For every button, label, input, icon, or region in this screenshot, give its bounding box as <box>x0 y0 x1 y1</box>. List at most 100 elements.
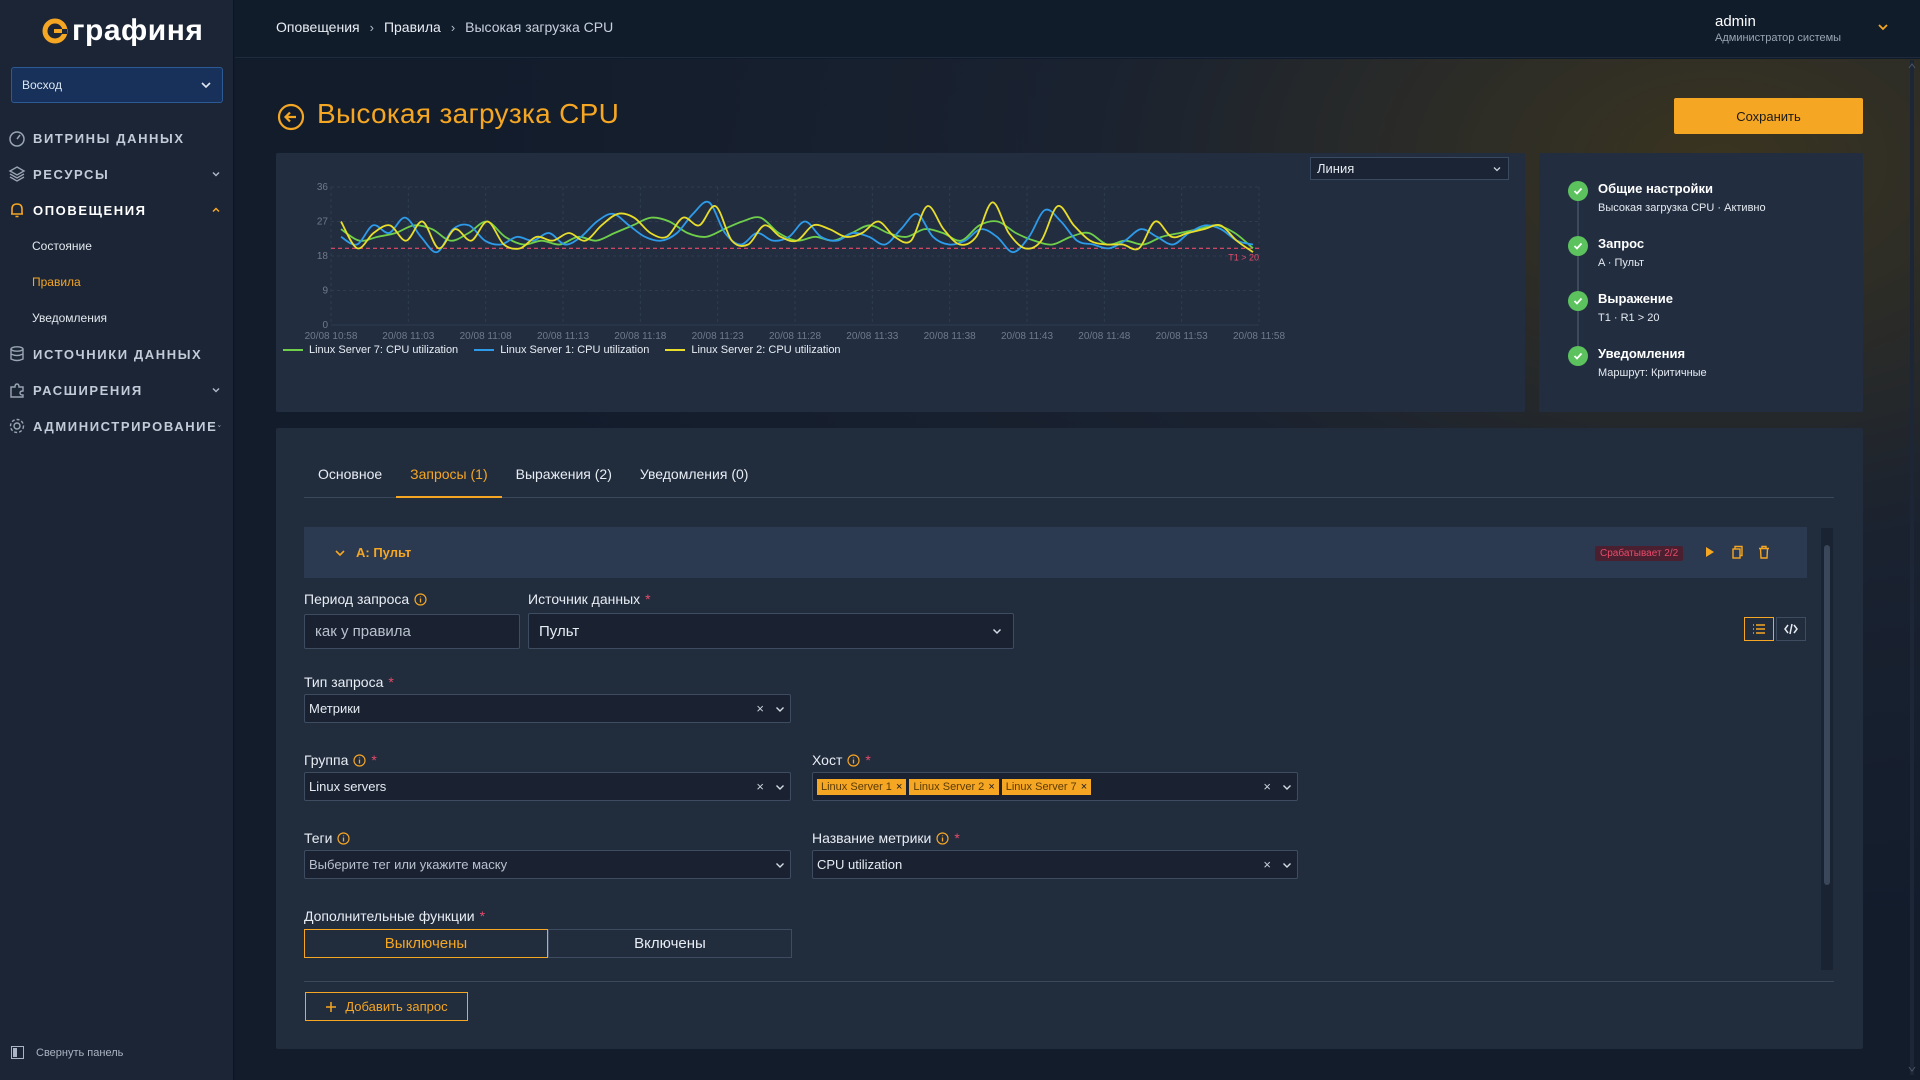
breadcrumb-separator-icon: › <box>450 19 456 35</box>
info-icon[interactable] <box>414 592 427 606</box>
tab-general[interactable]: Основное <box>304 466 396 498</box>
sidebar-item-resources[interactable]: РЕСУРСЫ <box>0 156 234 192</box>
step-query[interactable]: Запрос A · Пульт <box>1568 236 1644 269</box>
chevron-down-icon[interactable] <box>1281 859 1293 871</box>
rule-tabs: Основное Запросы (1) Выражения (2) Уведо… <box>304 466 1834 498</box>
metric-select[interactable]: CPU utilization × <box>812 850 1298 879</box>
sidebar-subitem-state[interactable]: Состояние <box>0 228 234 264</box>
query-type-label: Тип запроса * <box>304 674 394 690</box>
play-icon[interactable] <box>1702 545 1716 559</box>
functions-on-button[interactable]: Включены <box>548 929 792 958</box>
host-chip-label: Linux Server 1 <box>821 780 892 793</box>
host-chip: Linux Server 2 × <box>909 778 999 795</box>
host-chips: Linux Server 1 × Linux Server 2 × Linux Se… <box>817 778 1092 795</box>
chevron-down-icon <box>1878 24 1888 31</box>
period-input[interactable]: как у правила <box>304 614 520 649</box>
legend-item[interactable]: Linux Server 7: CPU utilization <box>283 344 458 356</box>
metric-label-text: Название метрики <box>812 830 932 846</box>
clear-icon[interactable]: × <box>756 701 764 716</box>
sidebar-item-extensions[interactable]: РАСШИРЕНИЯ <box>0 372 234 408</box>
page-scrollbar[interactable] <box>1908 60 1916 1075</box>
code-view-button[interactable] <box>1776 617 1806 641</box>
chevron-down-icon[interactable] <box>774 781 786 793</box>
tags-select[interactable]: Выберите тег или укажите маску <box>304 850 791 879</box>
legend-item[interactable]: Linux Server 2: CPU utilization <box>665 344 841 356</box>
info-icon[interactable] <box>353 753 366 767</box>
metric-value: CPU utilization <box>817 857 903 872</box>
x-tick-label: 20/08 11:23 <box>692 331 745 342</box>
datasource-select[interactable]: Пульт <box>528 613 1014 649</box>
datasource-value: Пульт <box>539 622 580 640</box>
breadcrumb-rules[interactable]: Правила <box>384 19 441 35</box>
copy-icon[interactable] <box>1730 545 1744 559</box>
builder-view-button[interactable] <box>1744 617 1774 641</box>
chart-type-value: Линия <box>1317 161 1355 176</box>
functions-off-button[interactable]: Выключены <box>304 929 548 958</box>
sidebar-subitem-notifications[interactable]: Уведомления <box>0 300 234 336</box>
info-icon[interactable] <box>847 753 860 767</box>
query-view-toggle <box>1744 617 1806 641</box>
functions-label-text: Дополнительные функции <box>304 908 475 924</box>
collapse-panel-button[interactable]: Свернуть панель <box>11 1046 123 1059</box>
tags-label-text: Теги <box>304 830 333 846</box>
remove-chip-icon[interactable]: × <box>988 781 994 793</box>
chevron-down-icon[interactable] <box>333 546 347 560</box>
clear-icon[interactable]: × <box>1263 779 1271 794</box>
scroll-thumb[interactable] <box>1824 545 1830 885</box>
query-header[interactable] <box>304 527 1807 578</box>
org-select[interactable]: Восход <box>11 67 223 103</box>
legend-label: Linux Server 1: CPU utilization <box>500 344 650 356</box>
plus-icon <box>326 1001 337 1012</box>
step-subtitle: Маршрут: Критичные <box>1598 367 1707 379</box>
x-tick-label: 20/08 11:33 <box>846 331 899 342</box>
query-type-value: Метрики <box>309 701 361 716</box>
app-logo[interactable]: графиня <box>42 14 203 48</box>
tab-expressions[interactable]: Выражения (2) <box>502 466 626 498</box>
chevron-down-icon[interactable] <box>774 859 786 871</box>
sidebar-item-alerts[interactable]: ОПОВЕЩЕНИЯ <box>0 192 234 228</box>
divider <box>304 981 1834 982</box>
sidebar-subitem-rules[interactable]: Правила <box>0 264 234 300</box>
step-general[interactable]: Общие настройки Высокая загрузка CPU · Ак… <box>1568 181 1766 214</box>
chevron-down-icon[interactable] <box>1281 781 1293 793</box>
period-label-text: Период запроса <box>304 591 410 607</box>
info-icon[interactable] <box>936 831 949 845</box>
add-query-button[interactable]: Добавить запрос <box>305 992 468 1021</box>
group-label: Группа * <box>304 752 377 768</box>
layers-icon <box>8 166 26 182</box>
chart-type-select[interactable]: Линия <box>1310 157 1509 180</box>
back-arrow-icon[interactable] <box>277 103 305 131</box>
select-controls: × <box>1263 779 1293 794</box>
sidebar-item-dashboards[interactable]: ВИТРИНЫ ДАННЫХ <box>0 120 234 156</box>
host-multiselect[interactable]: Linux Server 1 × Linux Server 2 × Linux Se… <box>812 772 1298 801</box>
sidebar-item-datasources[interactable]: ИСТОЧНИКИ ДАННЫХ <box>0 336 234 372</box>
remove-chip-icon[interactable]: × <box>896 781 902 793</box>
select-controls <box>774 859 786 871</box>
chevron-down-icon[interactable] <box>774 703 786 715</box>
x-tick-label: 20/08 11:58 <box>1233 331 1286 342</box>
tab-queries[interactable]: Запросы (1) <box>396 466 502 498</box>
clear-icon[interactable]: × <box>756 779 764 794</box>
breadcrumb-alerts[interactable]: Оповещения <box>276 19 360 35</box>
metric-label: Название метрики * <box>812 830 960 846</box>
x-tick-label: 20/08 11:13 <box>537 331 590 342</box>
info-icon[interactable] <box>337 831 351 845</box>
topbar: Оповещения › Правила › Высокая загрузка … <box>235 0 1920 58</box>
remove-chip-icon[interactable]: × <box>1081 781 1087 793</box>
step-notifications[interactable]: Уведомления Маршрут: Критичные <box>1568 346 1707 379</box>
cpu-chart: 0 9 18 27 36 20/08 10:58 20/08 11:03 20/08 11:0… <box>305 182 1286 342</box>
step-title: Уведомления <box>1598 346 1686 361</box>
clear-icon[interactable]: × <box>1263 857 1271 872</box>
query-type-select[interactable]: Метрики × <box>304 694 791 723</box>
check-icon <box>1568 236 1588 256</box>
legend-item[interactable]: Linux Server 1: CPU utilization <box>474 344 649 356</box>
fires-badge: Срабатывает 2/2 <box>1595 546 1684 561</box>
save-button[interactable]: Сохранить <box>1674 98 1863 134</box>
step-expression[interactable]: Выражение T1 · R1 > 20 <box>1568 291 1673 324</box>
sidebar-item-administration[interactable]: АДМИНИСТРИРОВАНИЕ <box>0 408 234 444</box>
group-select[interactable]: Linux servers × <box>304 772 791 801</box>
puzzle-icon <box>10 383 24 398</box>
tab-notifications[interactable]: Уведомления (0) <box>626 466 763 498</box>
trash-icon[interactable] <box>1757 545 1771 559</box>
user-menu[interactable]: admin Администратор системы <box>1715 13 1890 44</box>
